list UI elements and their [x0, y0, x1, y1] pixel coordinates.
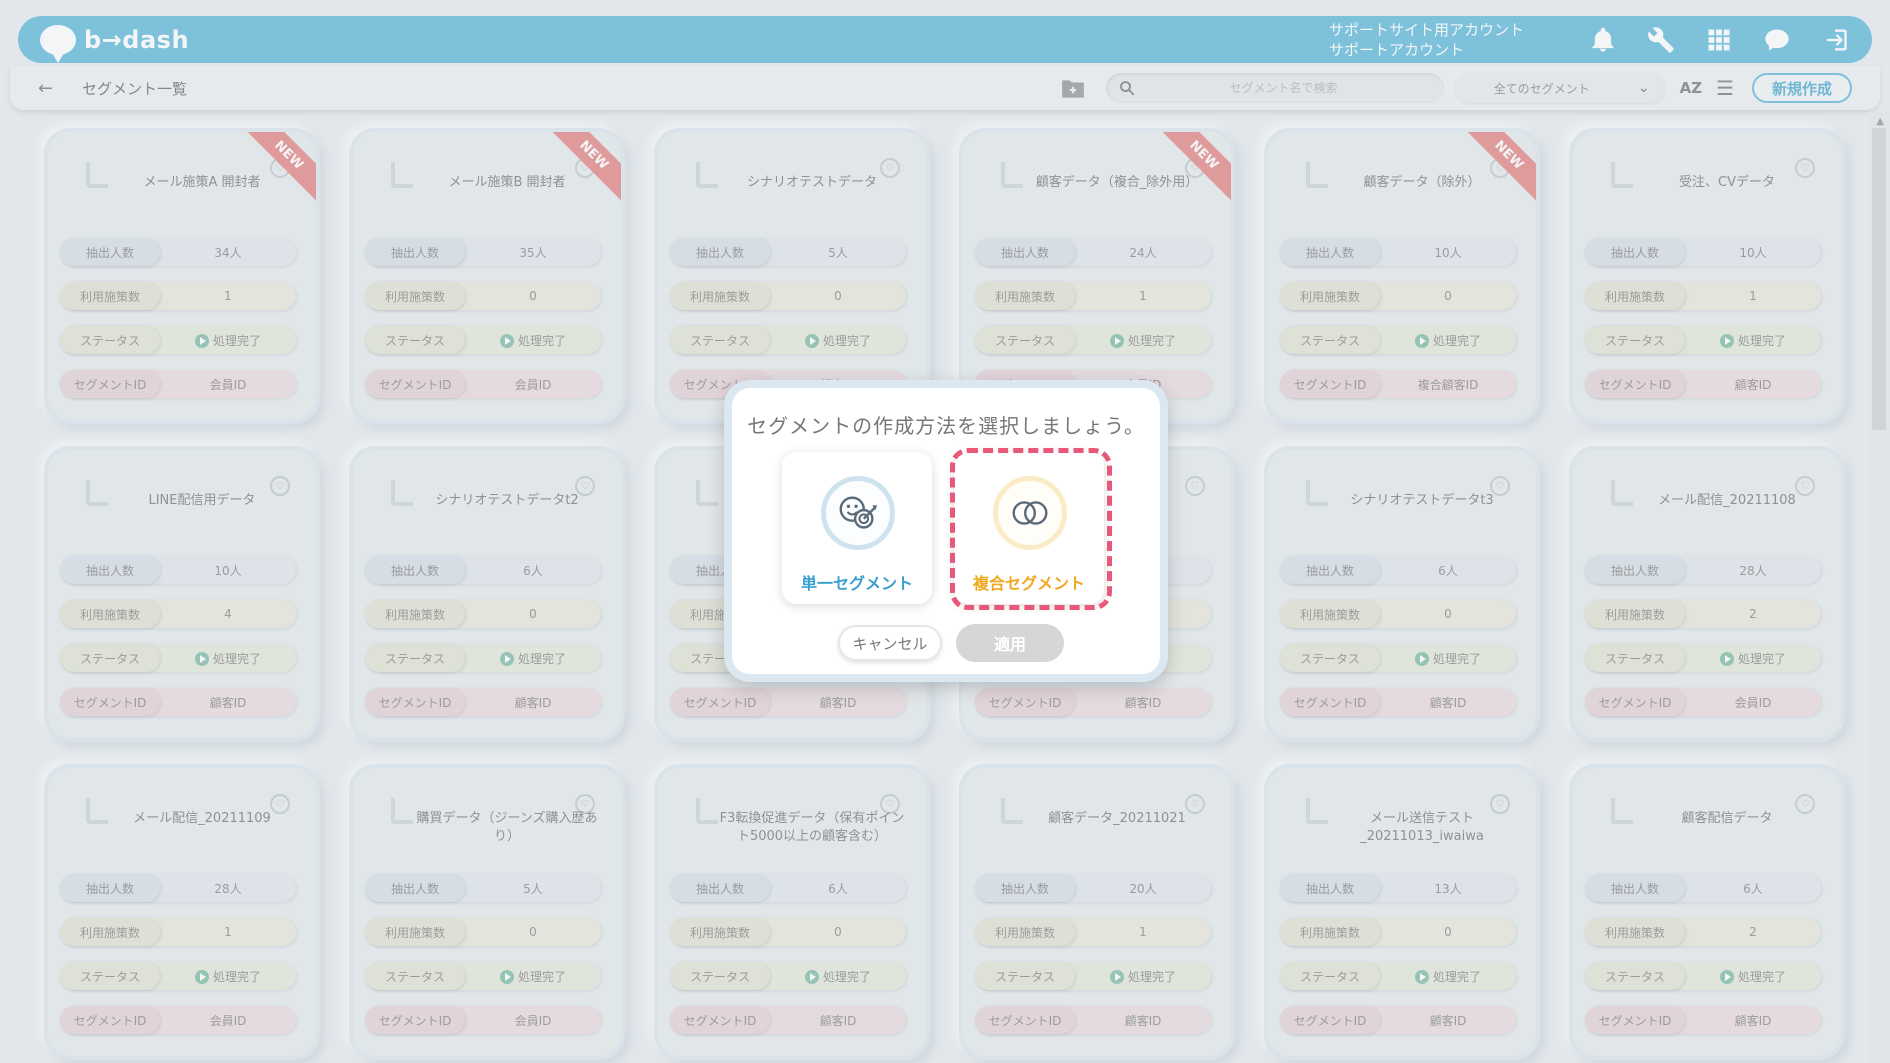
single-segment-label: 単一セグメント: [800, 574, 913, 593]
single-segment-icon: [821, 476, 895, 550]
create-segment-modal: セグメントの作成方法を選択しましょう。 単一セグメント 複合セグメント キャンセ…: [724, 380, 1168, 682]
single-segment-option[interactable]: 単一セグメント: [782, 452, 932, 604]
apply-button[interactable]: 適用: [956, 624, 1064, 662]
selection-highlight: [950, 448, 1112, 610]
modal-title: セグメントの作成方法を選択しましょう。: [747, 414, 1145, 438]
cancel-button[interactable]: キャンセル: [838, 625, 942, 661]
